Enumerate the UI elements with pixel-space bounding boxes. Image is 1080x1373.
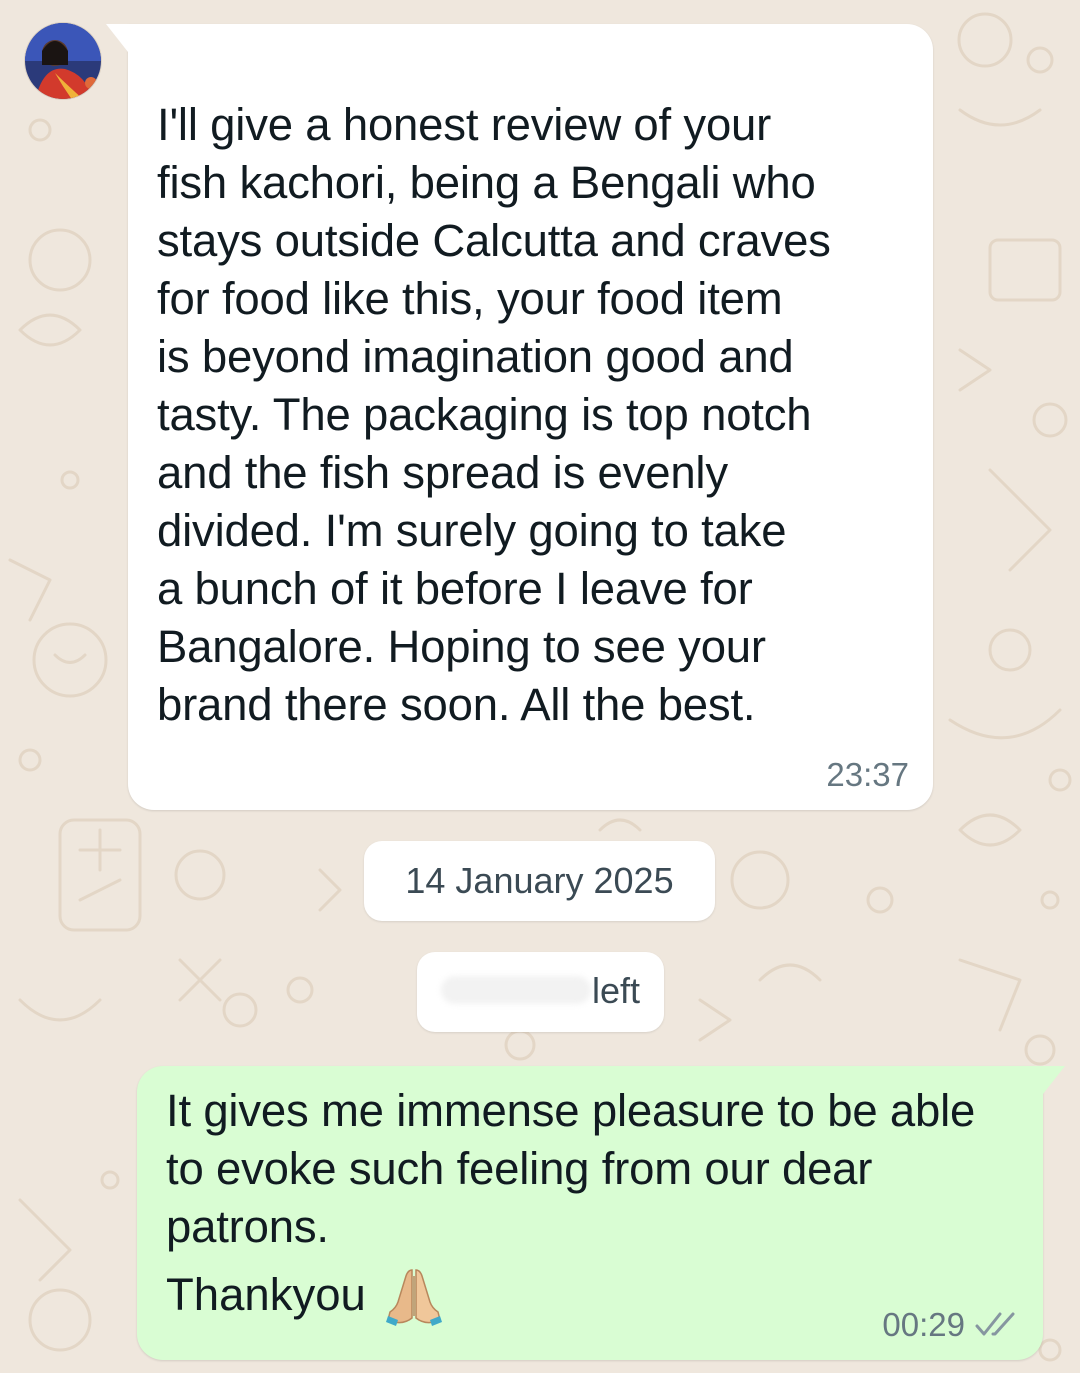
folded-hands-emoji-icon [385,1269,442,1326]
outgoing-message-meta: 00:29 [882,1306,1019,1344]
incoming-message-text: I'll give a honest review of your fish k… [157,99,831,730]
incoming-message-bubble[interactable]: I'll give a honest review of your fish k… [106,24,933,810]
system-notice-text: left [591,970,640,1011]
system-notice-participant-left: left [417,952,664,1032]
outgoing-message-time: 00:29 [882,1306,965,1343]
outgoing-message-signoff: Thankyou [166,1269,366,1320]
contact-avatar[interactable] [24,22,102,100]
double-check-icon [975,1312,1015,1336]
avatar-image [25,23,101,99]
outgoing-message-bubble[interactable]: It gives me immense pleasure to be able … [137,1066,1065,1360]
outgoing-message-signoff-line: Thankyou [166,1264,444,1326]
redacted-name [441,976,591,1004]
date-separator: 14 January 2025 [364,841,715,921]
incoming-message-time: 23:37 [826,756,909,793]
outgoing-message-text: It gives me immense pleasure to be able … [166,1085,976,1252]
